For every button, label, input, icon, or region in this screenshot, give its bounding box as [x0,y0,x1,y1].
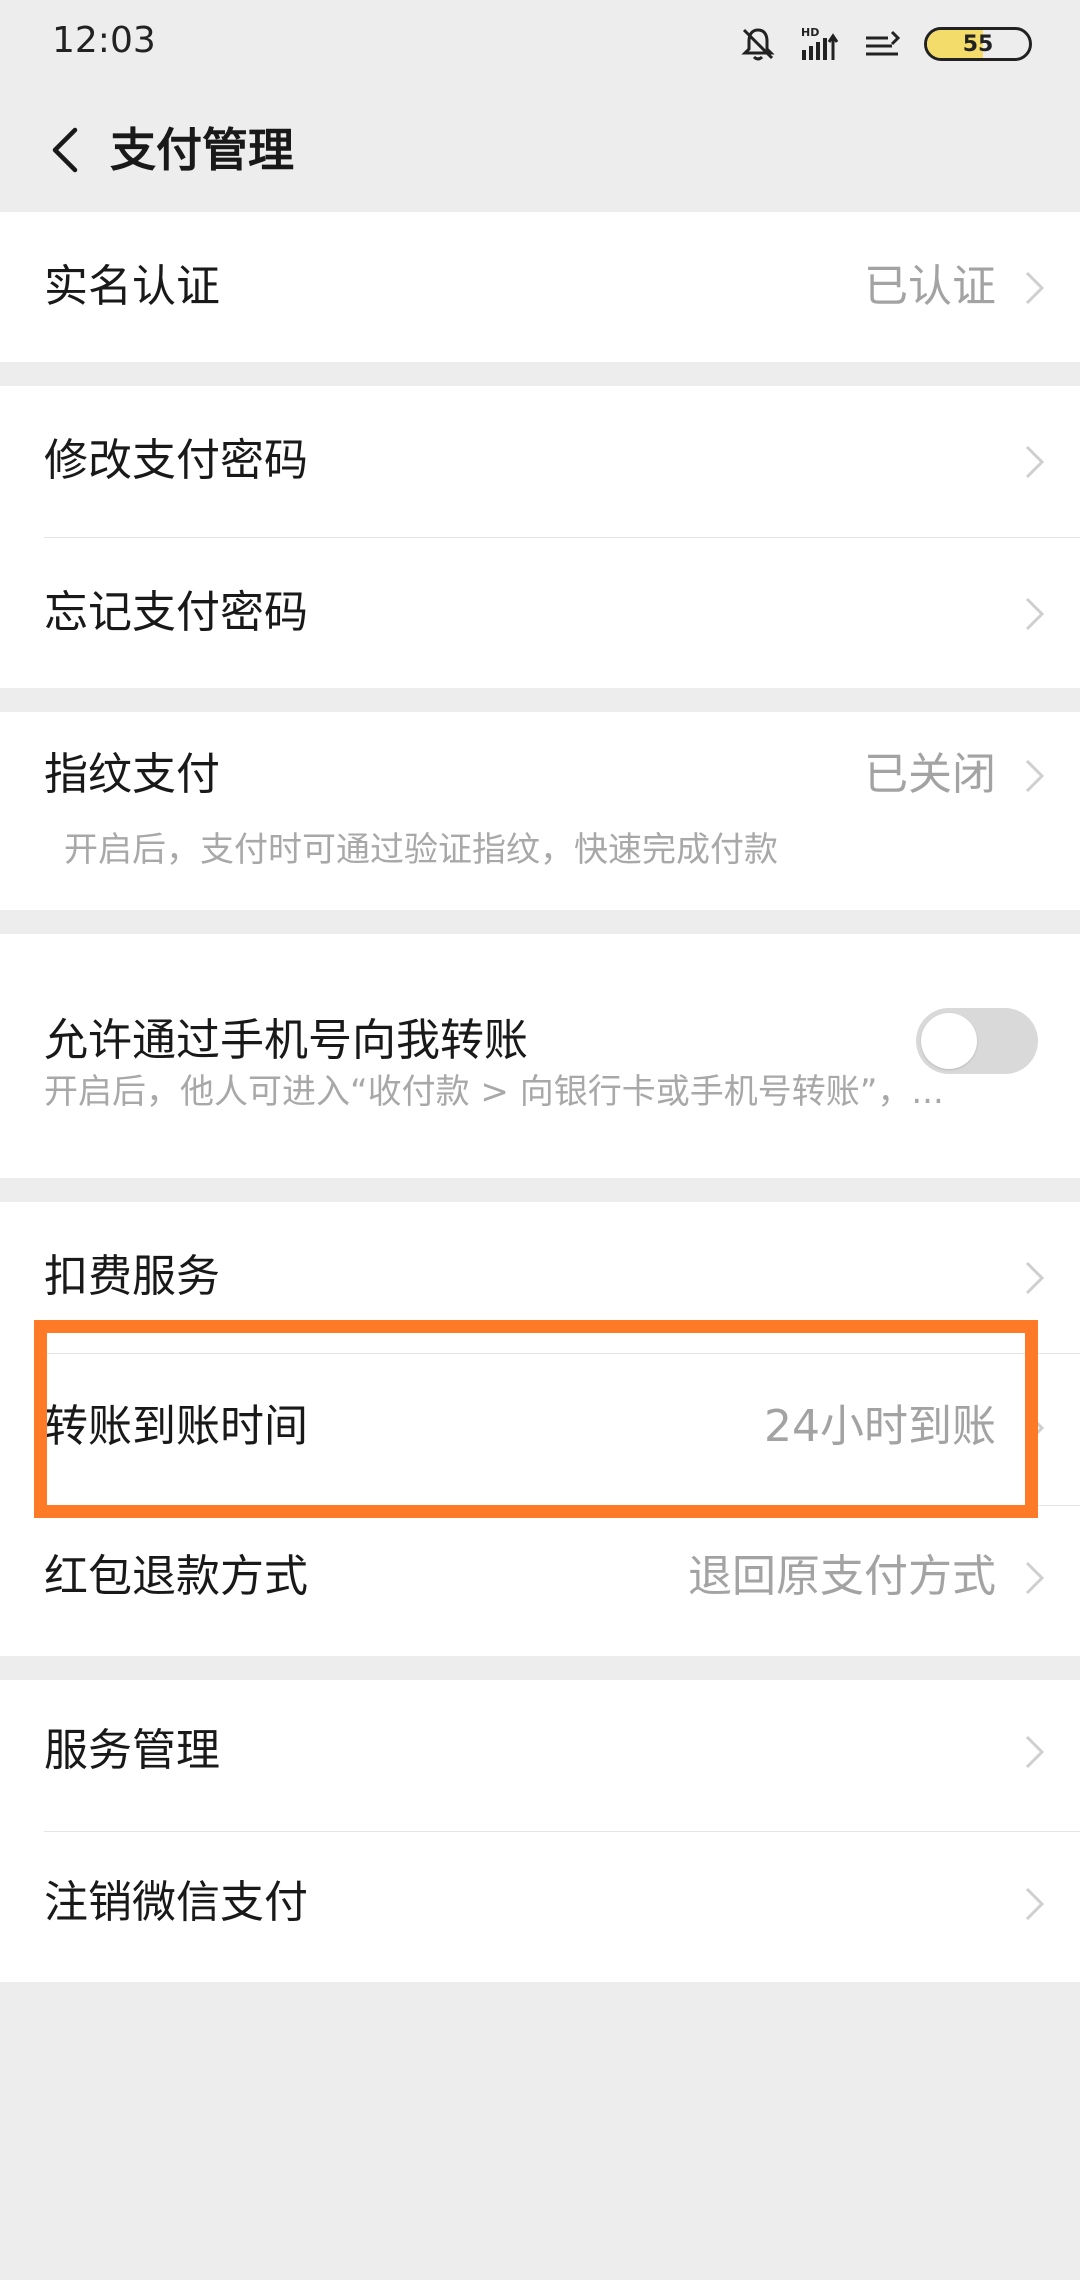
chevron-left-icon [52,127,78,173]
back-button[interactable] [28,114,100,186]
row-service-manage[interactable]: 服务管理 [0,1680,1080,1830]
row-label: 扣费服务 [44,1251,220,1302]
battery-level: 55 [962,31,994,57]
row-label: 实名认证 [44,261,220,312]
row-label: 指纹支付 [44,749,220,800]
row-fingerprint-pay[interactable]: 指纹支付 已关闭 开启后，支付时可通过验证指纹，快速完成付款 [0,712,1080,910]
row-label: 服务管理 [44,1725,220,1776]
row-transfer-arrival-time[interactable]: 转账到账时间 24小时到账 [0,1354,1080,1504]
group-manage: 服务管理 注销微信支付 [0,1680,1080,1982]
row-value: 退回原支付方式 [688,1551,996,1602]
row-value: 24小时到账 [764,1401,996,1452]
group-verify: 实名认证 已认证 [0,212,1080,362]
screen: 12:03 HD 55 支付管理 实名认证 已认证 修改支付密码 忘记支付密码 … [0,0,1080,2280]
row-value: 已认证 [864,261,996,312]
bell-mute-icon [741,28,775,61]
chevron-right-icon [1025,1561,1045,1595]
group-services: 扣费服务 转账到账时间 24小时到账 红包退款方式 退回原支付方式 [0,1202,1080,1656]
row-deduction-service[interactable]: 扣费服务 [0,1202,1080,1352]
group-password: 修改支付密码 忘记支付密码 [0,386,1080,688]
row-label: 转账到账时间 [44,1401,308,1452]
group-phone-transfer: 允许通过手机号向我转账 开启后，他人可进入“收付款 > 向银行卡或手机号转账”，… [0,934,1080,1178]
group-fingerprint: 指纹支付 已关闭 开启后，支付时可通过验证指纹，快速完成付款 [0,712,1080,910]
chevron-right-icon [1025,597,1045,631]
hd-signal-icon: HD [801,26,839,60]
battery-icon: 55 [924,27,1032,61]
svg-text:HD: HD [801,26,819,39]
row-modify-password[interactable]: 修改支付密码 [0,386,1080,536]
chevron-right-icon [1025,1735,1045,1769]
row-phone-transfer: 允许通过手机号向我转账 开启后，他人可进入“收付款 > 向银行卡或手机号转账”，… [0,934,1080,1178]
chevron-right-icon [1025,1261,1045,1295]
chevron-right-icon [1025,1887,1045,1921]
phone-transfer-toggle[interactable] [916,1008,1038,1074]
chevron-right-icon [1025,445,1045,479]
nav-bar: 支付管理 [0,88,1080,212]
chevron-right-icon [1025,271,1045,305]
row-label: 注销微信支付 [44,1877,308,1928]
row-label: 忘记支付密码 [44,587,308,638]
page-title: 支付管理 [110,123,294,177]
row-label: 允许通过手机号向我转账 [44,1015,528,1066]
row-label: 修改支付密码 [44,435,308,486]
wifi-icon [866,30,901,56]
status-bar: 12:03 HD 55 [0,0,1080,88]
row-redpacket-refund[interactable]: 红包退款方式 退回原支付方式 [0,1506,1080,1656]
row-forget-password[interactable]: 忘记支付密码 [0,538,1080,688]
row-description: 开启后，他人可进入“收付款 > 向银行卡或手机号转账”，... [44,1072,944,1112]
status-time: 12:03 [52,20,156,61]
chevron-right-icon [1025,1411,1045,1445]
row-value: 已关闭 [864,749,996,800]
status-icons: HD 55 [738,22,1032,66]
row-description: 开启后，支付时可通过验证指纹，快速完成付款 [64,830,778,870]
row-cancel-wechat-pay[interactable]: 注销微信支付 [0,1832,1080,1982]
chevron-right-icon [1025,759,1045,793]
row-real-name-verify[interactable]: 实名认证 已认证 [0,212,1080,362]
toggle-knob [921,1013,977,1069]
row-label: 红包退款方式 [44,1551,308,1602]
